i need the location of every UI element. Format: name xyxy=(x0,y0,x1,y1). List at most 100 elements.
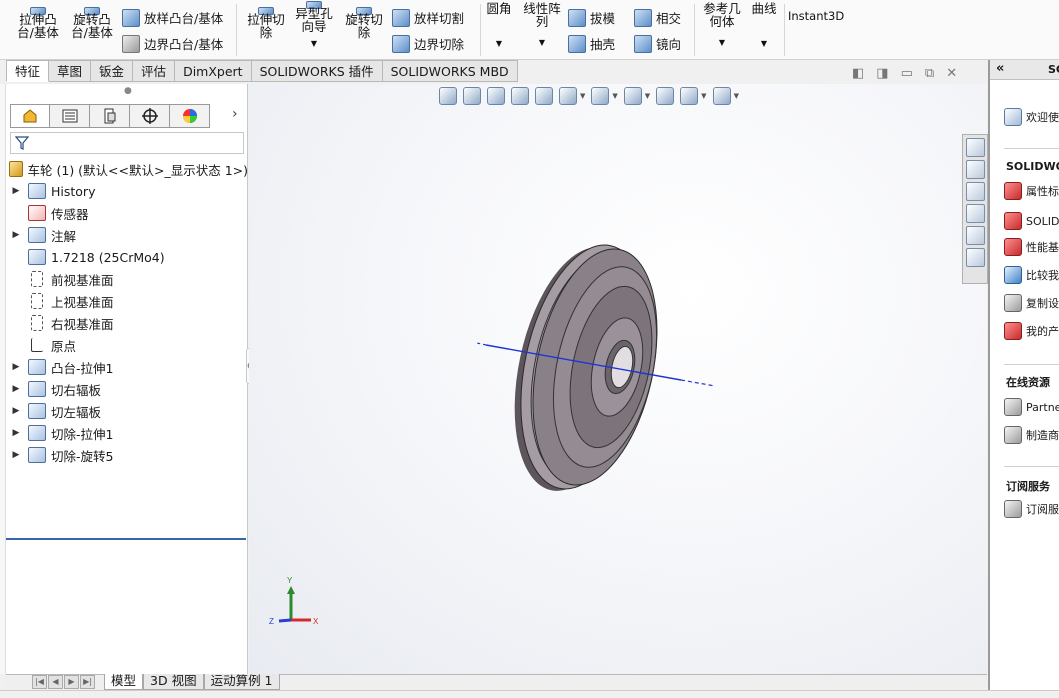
lofted-cut-button[interactable]: 放样切割 xyxy=(392,8,464,27)
scroll-prev-icon[interactable]: ◀ xyxy=(48,675,63,689)
feature-manager-tab[interactable] xyxy=(10,104,50,128)
fillet-button[interactable]: 圆角 ▼ xyxy=(482,2,516,50)
curves-dropdown-icon[interactable]: ▼ xyxy=(748,37,780,50)
graphics-area[interactable]: ▼ ▼ ▼ ▼ ▼ Y X Z xyxy=(249,84,987,674)
expand-arrow-icon[interactable]: ▶ xyxy=(10,384,22,394)
tree-item-annotations[interactable]: ▶ 注解 xyxy=(6,224,248,246)
tree-item-material[interactable]: 1.7218 (25CrMo4) xyxy=(6,246,248,268)
part-name-label: 车轮 (1) (默认<<默认>_显示状态 1>) xyxy=(27,162,248,178)
shell-icon xyxy=(568,34,586,53)
task-link-solidworks[interactable]: SOLID xyxy=(1004,212,1059,230)
feature-tree-filter[interactable] xyxy=(10,132,244,154)
tab-solidworks-addins[interactable]: SOLIDWORKS 插件 xyxy=(251,60,383,82)
file-explorer-tab-icon[interactable] xyxy=(965,182,985,201)
tab-model[interactable]: 模型 xyxy=(104,674,144,690)
tree-item-right-plane[interactable]: 右视基准面 xyxy=(6,312,248,334)
view-palette-tab-icon[interactable] xyxy=(965,204,985,223)
task-link-my-products[interactable]: 我的产 xyxy=(1004,322,1059,340)
close-icon[interactable]: ✕ xyxy=(946,66,957,81)
next-window-icon[interactable]: ◨ xyxy=(876,66,888,81)
dimxpert-manager-icon xyxy=(141,108,158,124)
configuration-manager-tab[interactable] xyxy=(90,104,130,128)
tree-item-cut-right-web[interactable]: ▶ 切右辐板 xyxy=(6,378,248,400)
tab-sheet-metal[interactable]: 钣金 xyxy=(91,60,134,82)
panel-grip-icon[interactable]: ● xyxy=(124,86,132,96)
expand-arrow-icon[interactable]: ▶ xyxy=(10,406,22,416)
tree-item-top-plane[interactable]: 上视基准面 xyxy=(6,290,248,312)
boundary-cut-button[interactable]: 边界切除 xyxy=(392,34,464,53)
tree-item-sensors[interactable]: 传感器 xyxy=(6,202,248,224)
tab-3d-view[interactable]: 3D 视图 xyxy=(143,674,204,690)
appearances-tab-icon[interactable] xyxy=(965,226,985,245)
hole-wizard-dropdown-icon[interactable]: ▼ xyxy=(290,37,338,50)
tree-item-boss-extrude1[interactable]: ▶ 凸台-拉伸1 xyxy=(6,356,248,378)
copy-settings-icon xyxy=(1004,294,1022,312)
task-link-copy-settings[interactable]: 复制设 xyxy=(1004,294,1059,312)
tab-sketch[interactable]: 草图 xyxy=(49,60,92,82)
scroll-next-icon[interactable]: ▶ xyxy=(64,675,79,689)
scroll-first-icon[interactable]: |◀ xyxy=(32,675,47,689)
curves-button[interactable]: 曲线 ▼ xyxy=(748,2,780,50)
extrude-cut-button[interactable]: 拉伸切 除 xyxy=(242,0,290,39)
collapse-pane-icon[interactable]: « xyxy=(996,61,1004,76)
tab-features[interactable]: 特征 xyxy=(6,60,50,82)
display-manager-tab[interactable] xyxy=(170,104,210,128)
task-link-partner[interactable]: Partne xyxy=(1004,398,1059,416)
tab-motion-study[interactable]: 运动算例 1 xyxy=(203,674,280,690)
mirror-button[interactable]: 镜向 xyxy=(634,34,681,53)
revolve-cut-button[interactable]: 旋转切 除 xyxy=(340,0,388,39)
expand-arrow-icon[interactable]: ▶ xyxy=(10,230,22,240)
tree-item-cut-extrude1[interactable]: ▶ 切除-拉伸1 xyxy=(6,422,248,444)
scroll-last-icon[interactable]: ▶| xyxy=(80,675,95,689)
revolve-boss-button[interactable]: 旋转凸 台/基体 xyxy=(68,0,116,39)
extrude-boss-button[interactable]: 拉伸凸 台/基体 xyxy=(14,0,62,39)
expand-arrow-icon[interactable]: ▶ xyxy=(10,450,22,460)
shell-button[interactable]: 抽壳 xyxy=(568,34,615,53)
ribbon-separator xyxy=(784,4,785,56)
instant3d-button[interactable]: Instant3D xyxy=(788,10,844,23)
welcome-link[interactable]: 欢迎使 xyxy=(1004,108,1059,126)
home-tab-icon[interactable] xyxy=(965,138,985,157)
task-link-properties[interactable]: 属性标 xyxy=(1004,182,1059,200)
tab-evaluate[interactable]: 评估 xyxy=(133,60,176,82)
minimize-icon[interactable]: ▭ xyxy=(901,66,913,81)
reference-geometry-dropdown-icon[interactable]: ▼ xyxy=(700,36,744,49)
draft-button[interactable]: 拔模 xyxy=(568,8,615,27)
more-tabs-icon[interactable]: › xyxy=(232,106,238,122)
reference-geometry-button[interactable]: 参考几 何体 ▼ xyxy=(700,2,744,49)
linear-pattern-dropdown-icon[interactable]: ▼ xyxy=(518,36,566,49)
tree-item-cut-revolve5[interactable]: ▶ 切除-旋转5 xyxy=(6,444,248,466)
task-link-compare[interactable]: 比较我 xyxy=(1004,266,1059,284)
task-link-subscription[interactable]: 订阅服 xyxy=(1004,500,1059,518)
tree-item-cut-left-web[interactable]: ▶ 切左辐板 xyxy=(6,400,248,422)
expand-arrow-icon[interactable]: ▶ xyxy=(10,428,22,438)
expand-arrow-icon[interactable]: ▶ xyxy=(10,186,22,196)
previous-window-icon[interactable]: ◧ xyxy=(852,66,864,81)
restore-icon[interactable]: ⧉ xyxy=(925,66,934,81)
design-library-tab-icon[interactable] xyxy=(965,160,985,179)
command-manager-tabs: 特征 草图 钣金 评估 DimXpert SOLIDWORKS 插件 SOLID… xyxy=(6,60,518,82)
intersect-label: 相交 xyxy=(656,11,682,26)
property-manager-tab[interactable] xyxy=(50,104,90,128)
rollback-bar[interactable] xyxy=(6,538,246,540)
reference-triad: Y X Z xyxy=(269,576,319,626)
wheel-3d-model[interactable]: Y X Z xyxy=(249,84,987,674)
custom-properties-tab-icon[interactable] xyxy=(965,248,985,267)
linear-pattern-button[interactable]: 线性阵 列 ▼ xyxy=(518,2,566,49)
task-link-manufacturer[interactable]: 制造商 xyxy=(1004,426,1059,444)
tree-item-history[interactable]: ▶ History xyxy=(6,180,248,202)
fillet-dropdown-icon[interactable]: ▼ xyxy=(482,37,516,50)
tree-item-front-plane[interactable]: 前视基准面 xyxy=(6,268,248,290)
tree-item-origin[interactable]: 原点 xyxy=(6,334,248,356)
task-link-performance[interactable]: 性能基 xyxy=(1004,238,1059,256)
tab-solidworks-mbd[interactable]: SOLIDWORKS MBD xyxy=(382,60,518,82)
tab-dimxpert[interactable]: DimXpert xyxy=(175,60,252,82)
hole-wizard-button[interactable]: 异型孔 向导 ▼ xyxy=(290,0,338,50)
tree-item-label: 上视基准面 xyxy=(51,294,114,310)
boundary-boss-button[interactable]: 边界凸台/基体 xyxy=(122,34,223,53)
dimxpert-manager-tab[interactable] xyxy=(130,104,170,128)
intersect-button[interactable]: 相交 xyxy=(634,8,681,27)
expand-arrow-icon[interactable]: ▶ xyxy=(10,362,22,372)
loft-boss-button[interactable]: 放样凸台/基体 xyxy=(122,8,223,27)
tree-root-part[interactable]: 车轮 (1) (默认<<默认>_显示状态 1>) xyxy=(6,158,248,180)
